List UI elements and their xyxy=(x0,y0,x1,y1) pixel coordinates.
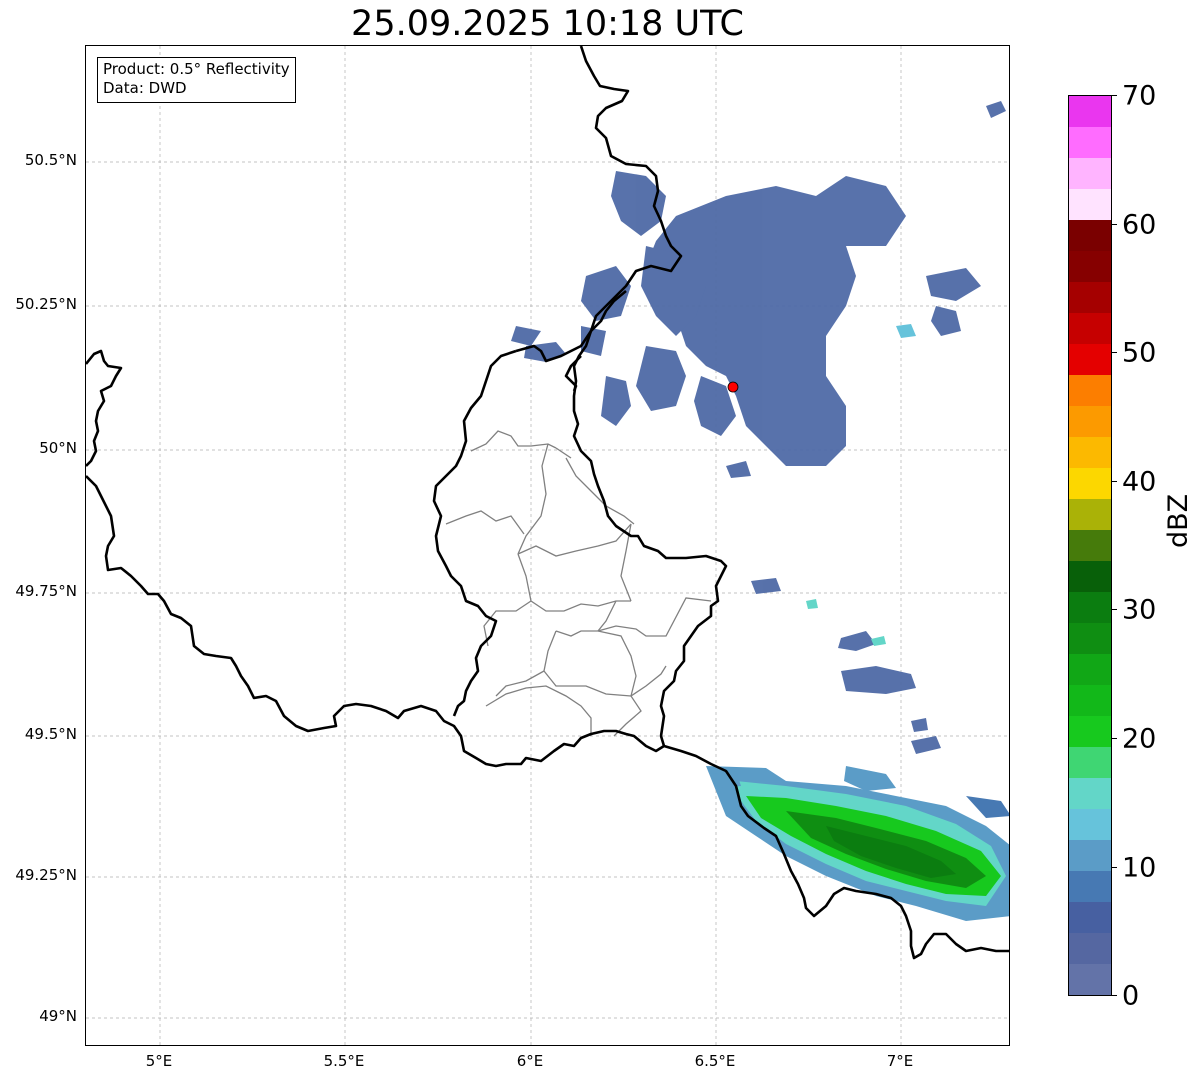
colorbar xyxy=(1068,95,1112,996)
colorbar-segment xyxy=(1069,778,1111,809)
colorbar-unit-label: dBZ xyxy=(1163,493,1194,548)
colorbar-tick-label: 40 xyxy=(1122,466,1157,498)
colorbar-segment xyxy=(1069,158,1111,189)
colorbar-segment xyxy=(1069,406,1111,437)
colorbar-segment xyxy=(1069,902,1111,933)
colorbar-segment xyxy=(1069,282,1111,313)
colorbar-segment xyxy=(1069,127,1111,158)
colorbar-tick xyxy=(1111,352,1117,353)
colorbar-tick xyxy=(1111,224,1117,225)
info-box: Product: 0.5° Reflectivity Data: DWD xyxy=(97,57,296,103)
colorbar-segment xyxy=(1069,189,1111,220)
colorbar-segment xyxy=(1069,499,1111,530)
colorbar-tick-label: 50 xyxy=(1122,337,1157,369)
colorbar-segment xyxy=(1069,871,1111,902)
colorbar-segment xyxy=(1069,685,1111,716)
colorbar-segment xyxy=(1069,809,1111,840)
colorbar-segment xyxy=(1069,654,1111,685)
colorbar-tick-label: 30 xyxy=(1122,594,1157,626)
lat-tick-label: 49°N xyxy=(39,1007,77,1025)
colorbar-tick xyxy=(1111,609,1117,610)
colorbar-segment xyxy=(1069,716,1111,747)
colorbar-segment xyxy=(1069,96,1111,127)
colorbar-tick xyxy=(1111,95,1117,96)
lat-tick-label: 50°N xyxy=(39,439,77,457)
radar-site-marker xyxy=(727,381,739,393)
lon-tick-label: 5°E xyxy=(145,1052,173,1070)
lat-tick-label: 50.25°N xyxy=(15,295,77,313)
colorbar-segment xyxy=(1069,592,1111,623)
colorbar-tick-label: 60 xyxy=(1122,209,1157,241)
colorbar-tick-label: 0 xyxy=(1122,980,1140,1012)
colorbar-segment xyxy=(1069,344,1111,375)
lon-tick-label: 6.5°E xyxy=(694,1052,736,1070)
radar-map[interactable] xyxy=(85,45,1010,1046)
colorbar-tick-label: 20 xyxy=(1122,723,1157,755)
reflectivity-weak-echoes xyxy=(511,101,1006,754)
data-source-label: Data: DWD xyxy=(103,79,187,97)
colorbar-tick xyxy=(1111,481,1117,482)
colorbar-tick xyxy=(1111,867,1117,868)
lon-tick-label: 7°E xyxy=(886,1052,914,1070)
lat-tick-label: 49.5°N xyxy=(24,725,77,743)
colorbar-segment xyxy=(1069,251,1111,282)
map-title: 25.09.2025 10:18 UTC xyxy=(351,4,744,44)
colorbar-segment xyxy=(1069,220,1111,251)
colorbar-tick xyxy=(1111,995,1117,996)
colorbar-segment xyxy=(1069,747,1111,778)
colorbar-segment xyxy=(1069,964,1111,995)
colorbar-tick-label: 70 xyxy=(1122,80,1157,112)
colorbar-tick-label: 10 xyxy=(1122,852,1157,884)
internal-boundaries xyxy=(445,430,712,737)
map-canvas xyxy=(86,46,1009,1045)
colorbar-segment xyxy=(1069,530,1111,561)
colorbar-segment xyxy=(1069,437,1111,468)
lon-tick-label: 6°E xyxy=(516,1052,544,1070)
colorbar-segment xyxy=(1069,375,1111,406)
colorbar-segment xyxy=(1069,468,1111,499)
colorbar-segment xyxy=(1069,623,1111,654)
lat-tick-label: 50.5°N xyxy=(24,151,77,169)
lat-tick-label: 49.25°N xyxy=(15,866,77,884)
colorbar-segment xyxy=(1069,313,1111,344)
product-label: Product: 0.5° Reflectivity xyxy=(103,60,290,78)
colorbar-tick xyxy=(1111,738,1117,739)
lon-tick-label: 5.5°E xyxy=(323,1052,365,1070)
colorbar-segment xyxy=(1069,561,1111,592)
lat-tick-label: 49.75°N xyxy=(15,582,77,600)
colorbar-segment xyxy=(1069,840,1111,871)
colorbar-segment xyxy=(1069,933,1111,964)
